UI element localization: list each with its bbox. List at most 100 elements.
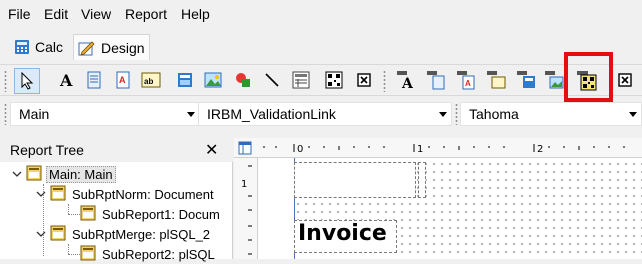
vertical-ruler: 1 xyxy=(234,158,258,259)
field-tool-button[interactable]: A xyxy=(112,69,134,91)
menu-edit[interactable]: Edit xyxy=(44,6,68,22)
report-tree-header: Report Tree ✕ xyxy=(0,138,233,162)
section-select[interactable]: Main xyxy=(10,102,200,126)
tree-item-main[interactable]: Main: Main xyxy=(12,164,116,184)
svg-text:A: A xyxy=(119,75,126,85)
ruler-ticks xyxy=(248,165,252,255)
tree-item-label: SubRptMerge: plSQL_2 xyxy=(72,226,211,242)
checkbox-tool-button[interactable] xyxy=(353,69,375,91)
tree-item-subreport1[interactable]: SubReport1: Docum xyxy=(80,204,222,224)
font-select[interactable]: Tahoma xyxy=(460,102,642,126)
invoice-label-text: Invoice xyxy=(298,221,387,246)
tab-calc[interactable]: Calc xyxy=(10,34,67,60)
chevron-down-icon xyxy=(625,111,641,117)
band-field-button[interactable]: A xyxy=(455,69,477,91)
svg-text:A: A xyxy=(465,79,471,88)
close-icon[interactable]: ✕ xyxy=(205,140,218,160)
menu-report[interactable]: Report xyxy=(125,6,167,22)
shape-tool-button[interactable] xyxy=(232,69,254,91)
menu-file[interactable]: File xyxy=(8,6,31,22)
report-design-area[interactable]: 0 1 2 1 Invoice xyxy=(234,138,642,259)
report-node-icon xyxy=(80,245,96,264)
band-text-icon xyxy=(426,70,446,90)
subreport-tool-button[interactable] xyxy=(290,69,312,91)
mode-tabs: Calc Design xyxy=(0,32,642,62)
pointer-tool-button[interactable] xyxy=(14,68,40,94)
report-node-icon xyxy=(50,225,66,244)
subreport-icon xyxy=(292,71,310,89)
document-tool-button[interactable] xyxy=(83,69,105,91)
tree-item-label: SubRptNorm: Document xyxy=(72,186,214,202)
line-icon xyxy=(263,71,281,89)
svg-text:A: A xyxy=(59,71,73,89)
rich-text-icon: ab xyxy=(141,71,161,89)
image-tool-button[interactable] xyxy=(202,69,224,91)
tree-connector xyxy=(68,254,80,255)
datasource-select-value: IRBM_ValidationLink xyxy=(207,106,336,122)
horizontal-ruler: 0 1 2 xyxy=(234,138,642,158)
line-tool-button[interactable] xyxy=(261,69,283,91)
image-icon xyxy=(204,71,222,89)
section-select-value: Main xyxy=(19,106,50,122)
band-document-button[interactable] xyxy=(425,69,447,91)
text-label-tool-button[interactable]: A xyxy=(55,69,77,91)
band-checkbox-button[interactable] xyxy=(614,69,636,91)
font-select-value: Tahoma xyxy=(469,106,519,122)
highlight-box xyxy=(564,52,613,102)
band-text-label-button[interactable]: A xyxy=(395,69,417,91)
insert-label-band-icon: A xyxy=(396,70,416,90)
band-icon xyxy=(238,141,252,158)
band-image-button[interactable] xyxy=(543,69,565,91)
field-icon: A xyxy=(115,71,131,89)
tree-item-subrptmerge[interactable]: SubRptMerge: plSQL_2 xyxy=(36,224,212,244)
rich-text-tool-button[interactable]: ab xyxy=(140,69,162,91)
ruler-mark: 2 xyxy=(537,144,544,155)
invoice-label-box[interactable]: Invoice xyxy=(294,220,397,253)
toolbar-grip[interactable] xyxy=(4,70,7,92)
band-checkbox-icon xyxy=(616,71,634,89)
tree-item-subrptnorm[interactable]: SubRptNorm: Document xyxy=(36,184,216,204)
shape-icon xyxy=(234,71,252,89)
report-field-box-narrow[interactable] xyxy=(418,162,426,198)
chevron-down-icon[interactable] xyxy=(36,191,46,197)
report-field-box[interactable] xyxy=(294,162,416,198)
checkbox-icon xyxy=(356,72,372,88)
datasource-select[interactable]: IRBM_ValidationLink xyxy=(198,102,452,126)
tab-design[interactable]: Design xyxy=(73,34,150,60)
band-rich-text-button[interactable] xyxy=(485,69,507,91)
band-shape-icon xyxy=(544,70,564,90)
report-tree-title: Report Tree xyxy=(10,142,84,158)
report-tree-panel: Report Tree ✕ Main: Main SubRptNorm: Doc… xyxy=(0,138,233,262)
tree-item-label: SubReport1: Docum xyxy=(102,206,220,222)
barcode-icon xyxy=(325,71,343,89)
calc-icon xyxy=(14,39,30,55)
svg-text:A: A xyxy=(401,76,414,90)
chevron-down-icon[interactable] xyxy=(12,171,22,177)
tree-connector xyxy=(68,214,80,215)
calc-field-tool-button[interactable] xyxy=(174,69,196,91)
combo-grip-2[interactable] xyxy=(455,103,458,125)
band-calc-button[interactable] xyxy=(515,69,537,91)
design-toolbar: A A ab A A xyxy=(0,64,642,96)
tree-connector xyxy=(68,204,69,214)
tree-connector xyxy=(68,244,69,254)
document-icon xyxy=(86,71,102,89)
svg-text:ab: ab xyxy=(144,77,153,86)
design-pencil-icon xyxy=(78,40,96,56)
barcode-tool-button[interactable] xyxy=(323,69,345,91)
chevron-down-icon[interactable] xyxy=(36,231,46,237)
ruler-mark: 1 xyxy=(241,179,248,190)
menu-help[interactable]: Help xyxy=(181,6,210,22)
band-calc-icon xyxy=(486,70,506,90)
calc-field-icon xyxy=(177,72,193,88)
band-image-icon xyxy=(516,70,536,90)
combo-grip[interactable] xyxy=(4,103,7,125)
toolbar-grip-2[interactable] xyxy=(383,70,386,92)
ruler-mark: 0 xyxy=(297,144,304,155)
report-node-icon xyxy=(26,165,42,184)
report-node-icon xyxy=(50,185,66,204)
tab-calc-label: Calc xyxy=(35,39,64,55)
text-label-icon: A xyxy=(57,71,75,89)
tree-item-subreport2[interactable]: SubReport2: plSQL xyxy=(80,244,217,264)
menu-view[interactable]: View xyxy=(81,6,111,22)
